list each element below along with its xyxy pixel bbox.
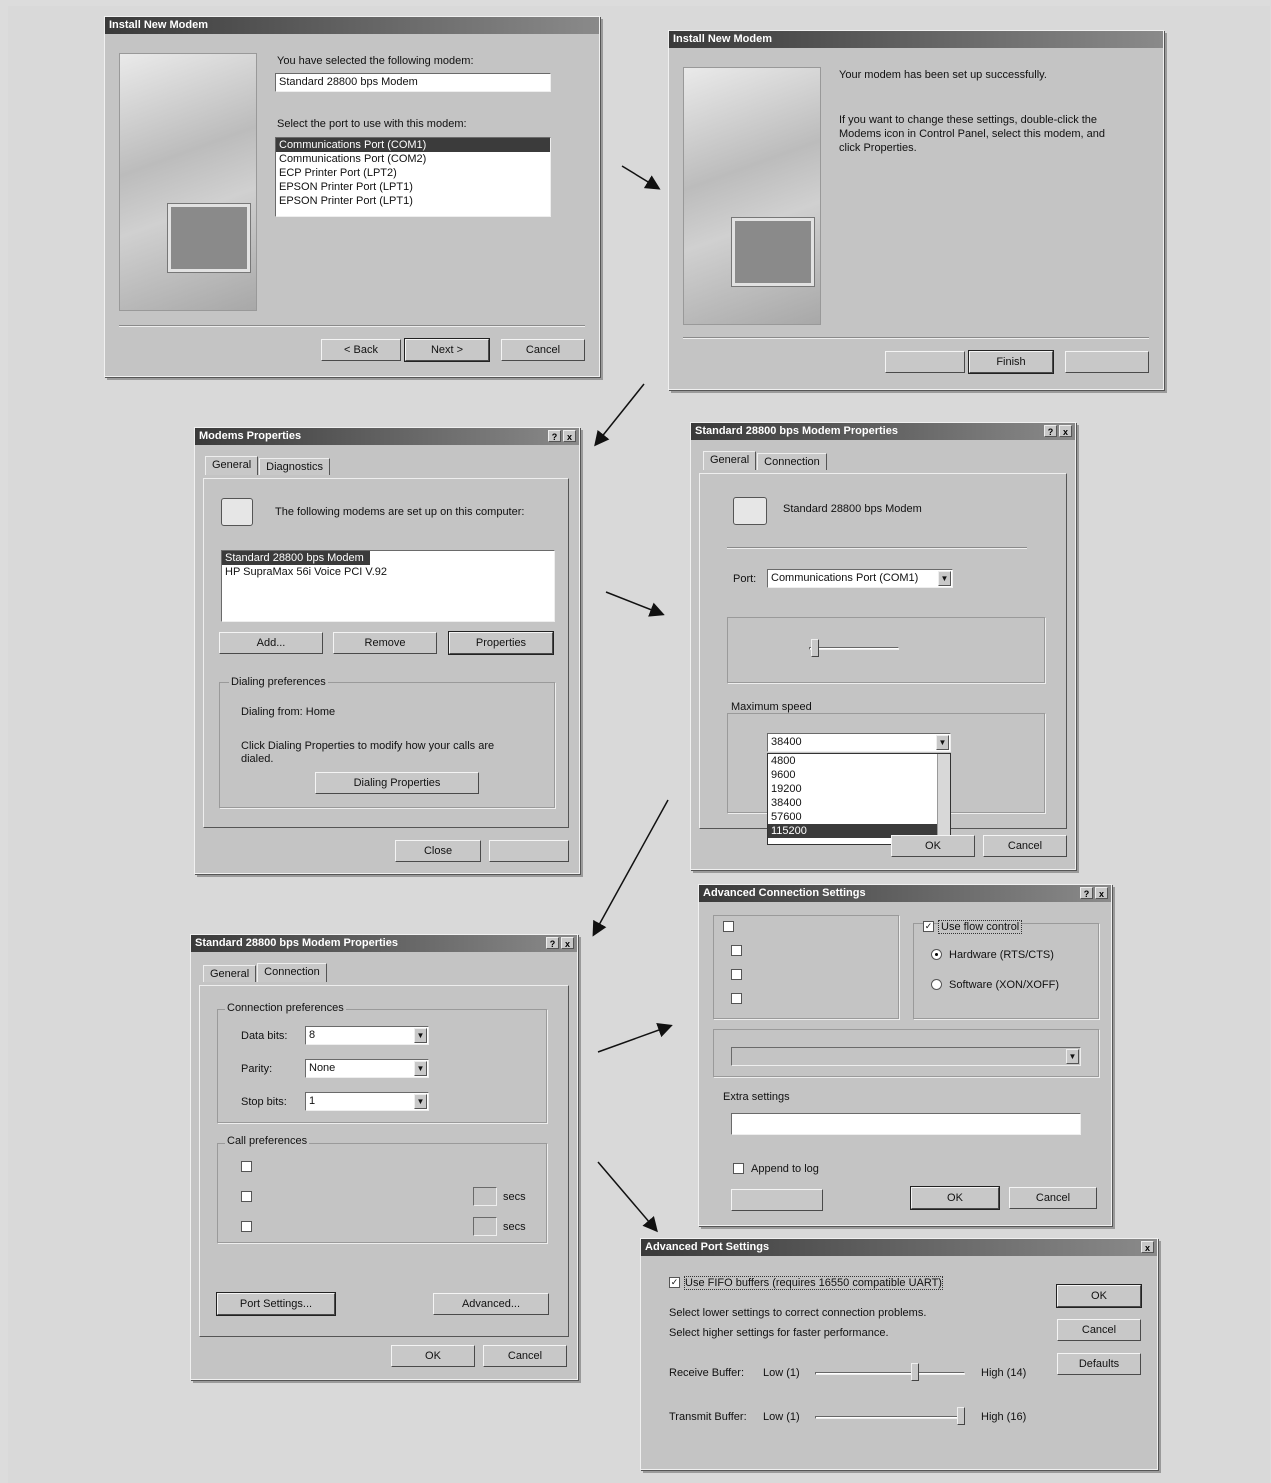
arrow-icon xyxy=(597,1161,658,1233)
arrow-icon xyxy=(621,165,661,190)
arrow-icon xyxy=(605,591,665,617)
flow-arrows xyxy=(592,165,673,1233)
arrow-icon xyxy=(592,799,669,937)
arrow-icon xyxy=(597,1023,673,1053)
arrow-icon xyxy=(594,383,645,447)
